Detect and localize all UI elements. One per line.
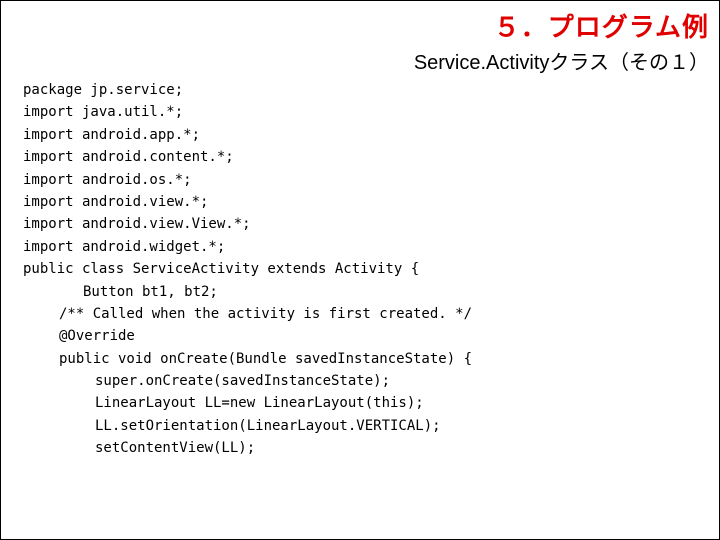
title-block: ５．プログラム例 Service.Activityクラス（その１） [1, 1, 719, 75]
code-line: setContentView(LL); [23, 437, 719, 459]
slide-title: ５．プログラム例 [1, 7, 709, 44]
code-line: import android.os.*; [23, 169, 719, 191]
code-line: /** Called when the activity is first cr… [23, 303, 719, 325]
code-line: public void onCreate(Bundle savedInstanc… [23, 348, 719, 370]
code-line: import android.view.View.*; [23, 213, 719, 235]
code-line: LinearLayout LL=new LinearLayout(this); [23, 392, 719, 414]
code-line: import android.view.*; [23, 191, 719, 213]
code-line: public class ServiceActivity extends Act… [23, 258, 719, 280]
code-line: import android.app.*; [23, 124, 719, 146]
code-line: @Override [23, 325, 719, 347]
code-block: package jp.service; import java.util.*; … [1, 79, 719, 460]
code-line: package jp.service; [23, 79, 719, 101]
code-line: import android.widget.*; [23, 236, 719, 258]
code-line: import java.util.*; [23, 101, 719, 123]
code-line: super.onCreate(savedInstanceState); [23, 370, 719, 392]
code-line: import android.content.*; [23, 146, 719, 168]
slide-page: ５．プログラム例 Service.Activityクラス（その１） packag… [0, 0, 720, 540]
slide-subtitle: Service.Activityクラス（その１） [1, 46, 709, 75]
code-line: Button bt1, bt2; [23, 281, 719, 303]
code-line: LL.setOrientation(LinearLayout.VERTICAL)… [23, 415, 719, 437]
